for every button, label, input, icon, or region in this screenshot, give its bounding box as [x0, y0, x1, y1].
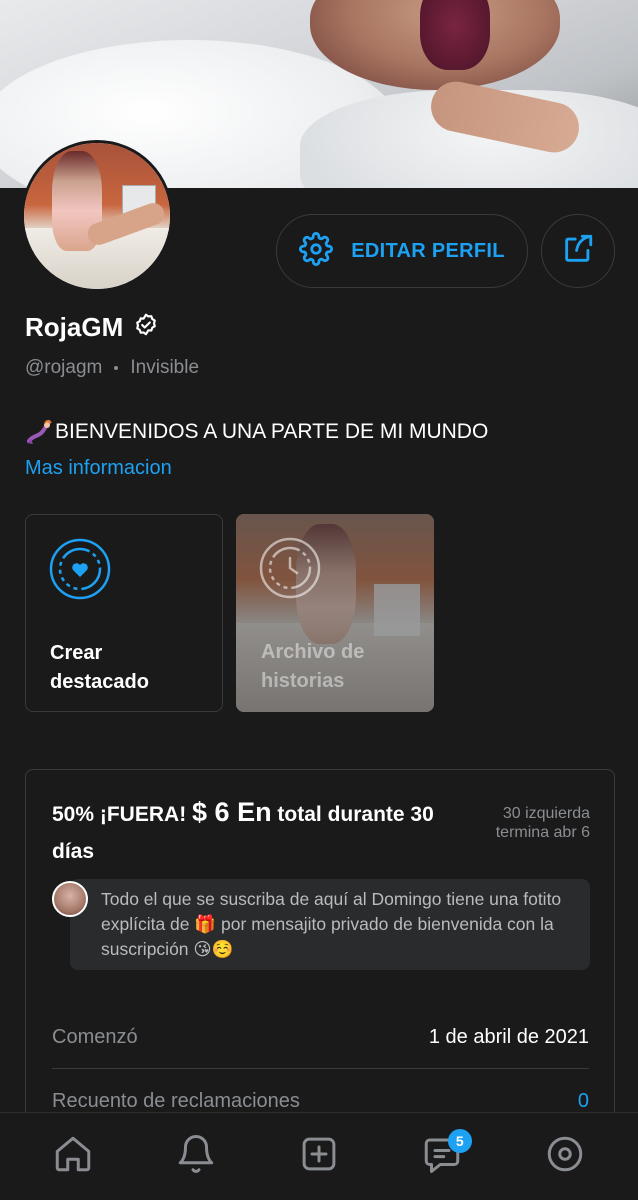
started-value: 1 de abril de 2021 [428, 1026, 589, 1048]
nav-messages[interactable]: 5 [410, 1125, 474, 1189]
avatar[interactable] [21, 140, 173, 292]
bell-icon [175, 1133, 217, 1180]
claims-value[interactable]: 0 [578, 1090, 589, 1113]
create-highlight-label: Crear destacado [50, 642, 149, 693]
claims-label: Recuento de reclamaciones [52, 1090, 300, 1112]
promotion-message-text: Todo el que se suscriba de aquí al Domin… [101, 889, 562, 959]
promotion-price: $ 6 En [192, 797, 272, 827]
profile-handle: @rojagm [25, 357, 103, 378]
profile-icon [544, 1133, 586, 1180]
promotion-discount: 50% ¡FUERA! [52, 803, 193, 826]
nav-add[interactable] [287, 1125, 351, 1189]
create-highlight-card[interactable]: Crear destacado [25, 514, 223, 712]
bio-text: BIENVENIDOS A UNA PARTE DE MI MUNDO [55, 420, 489, 443]
online-status: Invisible [130, 357, 200, 378]
promotion-remaining: 30 izquierda termina abr 6 [495, 805, 590, 841]
profile-name-row: RojaGM [25, 312, 159, 343]
divider [52, 1068, 589, 1069]
clock-history-icon [258, 536, 322, 605]
nav-notifications[interactable] [164, 1125, 228, 1189]
share-button[interactable] [541, 214, 615, 288]
heart-story-icon [48, 537, 112, 606]
add-icon [298, 1133, 340, 1180]
promotion-title: 50% ¡FUERA! $ 6 En total durante 30 días [52, 794, 472, 870]
separator-dot [114, 366, 119, 370]
messages-badge: 5 [447, 1128, 472, 1153]
nav-home[interactable] [41, 1125, 105, 1189]
edit-profile-button[interactable]: EDITAR PERFIL [276, 214, 528, 288]
story-archive-card[interactable]: Archivo de historias [236, 514, 434, 712]
more-info-link[interactable]: Mas informacion [25, 457, 172, 480]
message-avatar [52, 881, 88, 917]
story-archive-label: Archivo de historias [261, 641, 365, 692]
edit-profile-label: EDITAR PERFIL [351, 239, 505, 262]
handle-row: @rojagm Invisible [25, 357, 199, 379]
promotion-message: Todo el que se suscriba de aquí al Domin… [52, 879, 590, 970]
mermaid-emoji-icon [25, 419, 53, 445]
nav-profile[interactable] [533, 1125, 597, 1189]
started-label: Comenzó [52, 1026, 138, 1048]
gear-icon [299, 231, 334, 271]
profile-name: RojaGM [25, 312, 124, 342]
share-icon [561, 232, 595, 271]
bottom-nav: 5 [0, 1112, 638, 1200]
claims-row: Recuento de reclamaciones 0 [52, 1090, 589, 1113]
profile-bio: BIENVENIDOS A UNA PARTE DE MI MUNDO [25, 419, 488, 445]
home-icon [52, 1133, 94, 1180]
started-row: Comenzó 1 de abril de 2021 [52, 1026, 589, 1049]
promotion-card: 50% ¡FUERA! $ 6 En total durante 30 días… [25, 769, 615, 1149]
verified-icon [133, 312, 159, 343]
